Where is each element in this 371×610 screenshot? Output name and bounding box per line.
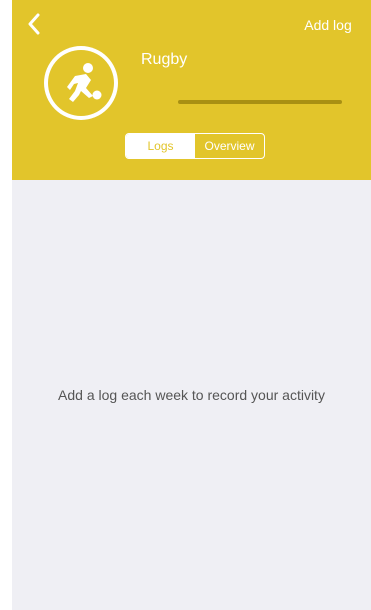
activity-title: Rugby (141, 51, 188, 68)
tab-overview[interactable]: Overview (195, 134, 264, 158)
tab-logs[interactable]: Logs (126, 134, 195, 158)
header: Add log Rugby Logs Overview (12, 0, 371, 180)
add-log-button[interactable]: Add log (293, 11, 363, 43)
segmented-control: Logs Overview (125, 133, 265, 159)
progress-bar (178, 100, 342, 104)
chevron-left-icon (28, 13, 40, 35)
avatar-inner (48, 50, 114, 116)
logs-content-area: Add a log each week to record your activ… (12, 180, 371, 610)
avatar (44, 46, 118, 120)
left-margin (0, 0, 12, 610)
rugby-player-icon (67, 63, 102, 102)
back-button[interactable] (22, 12, 46, 36)
empty-state-message: Add a log each week to record your activ… (58, 387, 325, 403)
